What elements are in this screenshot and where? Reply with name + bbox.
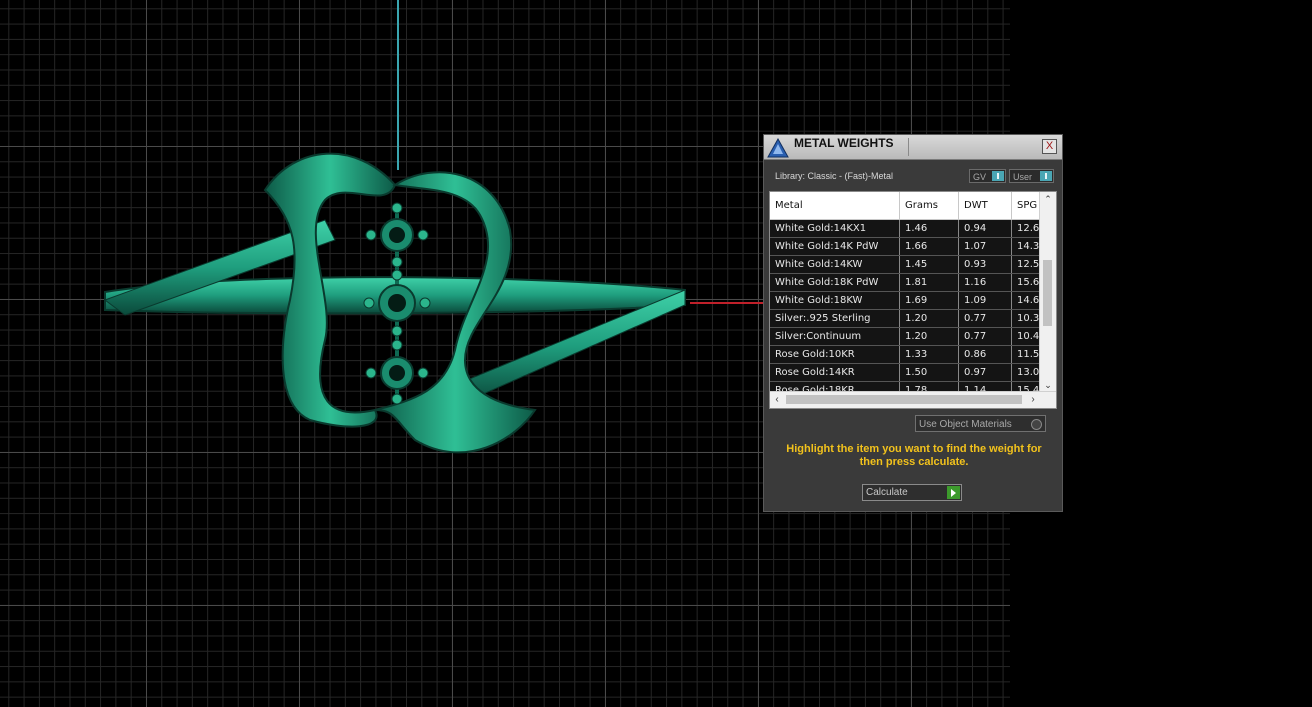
user-library-button[interactable]: User [1009, 169, 1054, 183]
gemvision-logo-icon [767, 138, 789, 158]
cell-grams: 1.81 [899, 273, 959, 292]
cell-grams: 1.20 [899, 327, 959, 346]
cell-dwt: 0.94 [958, 219, 1012, 238]
cell-dwt: 0.77 [958, 327, 1012, 346]
vertical-scrollbar[interactable]: ⌃ ⌄ [1039, 192, 1056, 392]
library-label: Library: Classic - (Fast)-Metal [775, 171, 894, 181]
cell-dwt: 0.97 [958, 363, 1012, 382]
column-header-metal[interactable]: Metal [770, 192, 900, 220]
radio-icon[interactable] [1031, 419, 1042, 430]
gv-library-button[interactable]: GV [969, 169, 1006, 183]
vertical-scroll-thumb[interactable] [1043, 260, 1052, 326]
cell-metal: Rose Gold:10KR [770, 345, 900, 364]
cell-metal: White Gold:14KX1 [770, 219, 900, 238]
cell-grams: 1.50 [899, 363, 959, 382]
table-row[interactable]: Rose Gold:10KR 1.33 0.86 11.54 [770, 345, 1049, 364]
cell-metal: White Gold:18K PdW [770, 273, 900, 292]
cell-dwt: 1.07 [958, 237, 1012, 256]
metal-table[interactable]: Metal Grams DWT SPG White Gold:14KX1 1.46… [769, 191, 1057, 409]
table-row[interactable]: Rose Gold:14KR 1.50 0.97 13.03 [770, 363, 1049, 382]
close-icon[interactable]: X [1042, 139, 1057, 154]
user-indicator-icon [1040, 171, 1052, 181]
cell-metal: White Gold:14KW [770, 255, 900, 274]
3d-viewport[interactable] [0, 0, 1312, 707]
table-row[interactable]: White Gold:18KW 1.69 1.09 14.66 [770, 291, 1049, 310]
scroll-up-icon[interactable]: ⌃ [1040, 192, 1056, 206]
cell-grams: 1.46 [899, 219, 959, 238]
cell-dwt: 1.09 [958, 291, 1012, 310]
cell-grams: 1.33 [899, 345, 959, 364]
cell-metal: White Gold:18KW [770, 291, 900, 310]
use-object-materials-label: Use Object Materials [919, 419, 1012, 430]
cell-dwt: 1.16 [958, 273, 1012, 292]
cell-dwt: 0.86 [958, 345, 1012, 364]
horizontal-scroll-thumb[interactable] [786, 395, 1022, 404]
horizontal-scrollbar[interactable]: ‹ › [770, 391, 1056, 408]
cell-metal: Silver:.925 Sterling [770, 309, 900, 328]
cell-dwt: 0.77 [958, 309, 1012, 328]
cell-dwt: 0.93 [958, 255, 1012, 274]
dialog-titlebar[interactable]: METAL WEIGHTS X [764, 135, 1062, 160]
calculate-button[interactable]: Calculate [862, 484, 962, 501]
cell-grams: 1.69 [899, 291, 959, 310]
dialog-title: METAL WEIGHTS [794, 136, 894, 150]
scroll-left-icon[interactable]: ‹ [770, 392, 784, 408]
cell-grams: 1.66 [899, 237, 959, 256]
x-axis-line [690, 302, 770, 304]
column-header-grams[interactable]: Grams [899, 192, 959, 220]
table-row[interactable]: Silver:Continuum 1.20 0.77 10.40 [770, 327, 1049, 346]
gv-indicator-icon [992, 171, 1004, 181]
gv-label: GV [973, 172, 987, 182]
use-object-materials-option[interactable]: Use Object Materials [915, 415, 1046, 432]
table-row[interactable]: White Gold:18K PdW 1.81 1.16 15.65 [770, 273, 1049, 292]
cell-metal: Rose Gold:14KR [770, 363, 900, 382]
ring-model[interactable] [95, 140, 695, 470]
cell-grams: 1.45 [899, 255, 959, 274]
scroll-down-icon[interactable]: ⌄ [1040, 378, 1056, 392]
titlebar-divider [908, 138, 909, 156]
table-header-row: Metal Grams DWT SPG [770, 192, 1049, 220]
metal-weights-dialog: METAL WEIGHTS X Library: Classic - (Fast… [763, 134, 1063, 512]
column-header-dwt[interactable]: DWT [958, 192, 1012, 220]
table-row[interactable]: White Gold:14KX1 1.46 0.94 12.61 [770, 219, 1049, 238]
hint-text: Highlight the item you want to find the … [786, 443, 1042, 468]
play-arrow-icon [947, 486, 960, 499]
cell-metal: White Gold:14K PdW [770, 237, 900, 256]
table-row[interactable]: Silver:.925 Sterling 1.20 0.77 10.36 [770, 309, 1049, 328]
table-row[interactable]: White Gold:14K PdW 1.66 1.07 14.37 [770, 237, 1049, 256]
scroll-right-icon[interactable]: › [1026, 392, 1040, 408]
cell-metal: Silver:Continuum [770, 327, 900, 346]
table-row[interactable]: White Gold:14KW 1.45 0.93 12.59 [770, 255, 1049, 274]
cell-grams: 1.20 [899, 309, 959, 328]
calculate-label: Calculate [866, 487, 908, 498]
user-label: User [1013, 172, 1033, 182]
